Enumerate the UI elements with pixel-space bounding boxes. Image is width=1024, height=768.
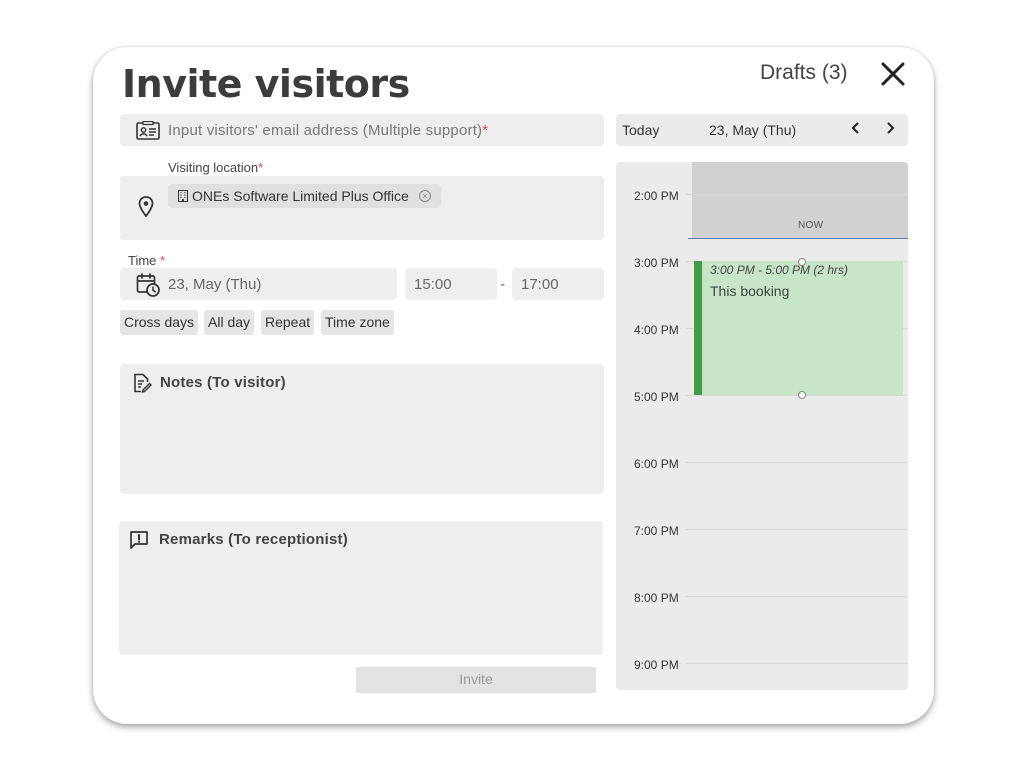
time-separator: - — [500, 276, 505, 293]
required-mark: * — [160, 253, 166, 268]
required-mark: * — [258, 160, 264, 175]
remarks-textarea[interactable]: Remarks (To receptionist) — [119, 521, 603, 655]
hour-label: 2:00 PM — [634, 189, 679, 203]
repeat-button[interactable]: Repeat — [261, 310, 315, 335]
booking-time: 3:00 PM - 5:00 PM (2 hrs) — [710, 263, 849, 277]
time-zone-button[interactable]: Time zone — [321, 310, 394, 335]
location-chip[interactable]: ONEs Software Limited Plus Office × — [168, 184, 441, 208]
time-label: Time * — [128, 253, 166, 268]
edit-note-icon — [134, 373, 152, 393]
chevron-left-icon[interactable] — [851, 121, 861, 139]
hour-label: 3:00 PM — [634, 256, 679, 270]
hour-label: 7:00 PM — [634, 524, 679, 538]
location-pin-icon — [138, 196, 154, 218]
location-chip-label: ONEs Software Limited Plus Office — [192, 188, 409, 204]
start-time-input[interactable]: 15:00 — [405, 268, 497, 300]
start-time-value: 15:00 — [414, 276, 452, 293]
calendar-header: Today 23, May (Thu) — [616, 114, 908, 146]
hour-label: 5:00 PM — [634, 390, 679, 404]
notes-textarea[interactable]: Notes (To visitor) — [120, 364, 604, 494]
email-input[interactable]: Input visitors' email address (Multiple … — [120, 114, 604, 146]
calendar-clock-icon — [136, 273, 160, 297]
hour-line — [686, 462, 908, 463]
today-button[interactable]: Today — [622, 122, 659, 138]
cross-days-button[interactable]: Cross days — [120, 310, 199, 335]
now-label: NOW — [798, 220, 824, 231]
booking-name: This booking — [710, 283, 790, 299]
end-time-value: 17:00 — [521, 276, 559, 293]
email-placeholder: Input visitors' email address (Multiple … — [168, 122, 483, 139]
hour-label: 6:00 PM — [634, 457, 679, 471]
booking-block[interactable]: 3:00 PM - 5:00 PM (2 hrs) This booking — [694, 261, 903, 395]
page-title: Invite visitors — [122, 62, 410, 106]
hour-line — [686, 663, 908, 664]
remove-chip-icon[interactable]: × — [418, 190, 431, 202]
building-icon — [178, 190, 188, 202]
hour-label: 8:00 PM — [634, 591, 679, 605]
hour-line — [686, 529, 908, 530]
now-indicator — [688, 238, 908, 239]
booking-color-bar — [694, 261, 702, 395]
location-field[interactable]: ONEs Software Limited Plus Office × — [120, 176, 604, 240]
notes-label: Notes (To visitor) — [160, 374, 286, 391]
date-picker[interactable]: 23, May (Thu) — [120, 268, 397, 300]
message-alert-icon — [130, 531, 148, 549]
close-icon[interactable] — [880, 60, 906, 88]
booking-bottom-resize-handle[interactable] — [798, 391, 806, 399]
remarks-label: Remarks (To receptionist) — [159, 531, 348, 548]
hour-line — [686, 194, 908, 195]
day-schedule[interactable]: 2:00 PM 3:00 PM 4:00 PM 5:00 PM 6:00 PM … — [616, 162, 908, 690]
all-day-button[interactable]: All day — [204, 310, 255, 335]
drafts-link[interactable]: Drafts (3) — [760, 61, 848, 85]
calendar-date: 23, May (Thu) — [709, 122, 797, 138]
hour-label: 4:00 PM — [634, 323, 679, 337]
contact-card-icon — [136, 121, 160, 140]
chevron-right-icon[interactable] — [885, 121, 895, 139]
hour-line — [686, 395, 908, 396]
date-value: 23, May (Thu) — [168, 276, 262, 293]
required-mark: * — [482, 122, 489, 139]
hour-line — [686, 596, 908, 597]
invite-button[interactable]: Invite — [356, 667, 596, 693]
location-label: Visiting location* — [168, 160, 264, 175]
end-time-input[interactable]: 17:00 — [512, 268, 604, 300]
booking-top-resize-handle[interactable] — [798, 258, 806, 266]
hour-label: 9:00 PM — [634, 658, 679, 672]
